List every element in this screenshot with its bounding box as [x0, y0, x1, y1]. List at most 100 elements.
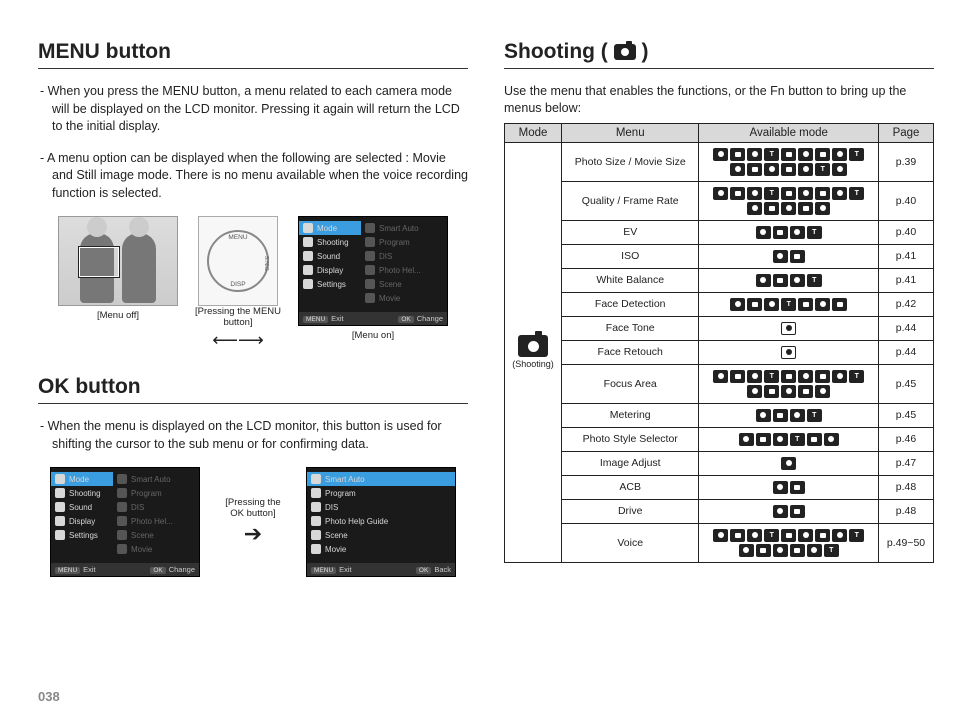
- mode-icon: [713, 187, 728, 200]
- mode-icon: [747, 148, 762, 161]
- menu-cell: EV: [562, 220, 699, 244]
- available-mode-cell: [699, 364, 879, 403]
- available-mode-cell: [699, 499, 879, 523]
- mode-icon: [764, 202, 779, 215]
- mode-icon: [790, 409, 805, 422]
- mode-icon: [832, 187, 847, 200]
- lcd-after-ok: Smart AutoProgramDISPhoto Help GuideScen…: [306, 467, 456, 577]
- th-avail: Available mode: [699, 123, 879, 142]
- available-mode-cell: [699, 403, 879, 427]
- mode-icon: [773, 481, 788, 494]
- th-menu: Menu: [562, 123, 699, 142]
- lcd-before-ok: ModeShootingSoundDisplaySettingsSmart Au…: [50, 467, 200, 577]
- preview-menu-off: [58, 216, 178, 306]
- mode-icon: [730, 148, 745, 161]
- mode-icon: [832, 298, 847, 311]
- mode-icon: [747, 370, 762, 383]
- page-cell: p.45: [879, 364, 934, 403]
- mode-icon: [790, 433, 805, 446]
- mode-icon: [713, 529, 728, 542]
- mode-icon: [849, 187, 864, 200]
- mode-icon: [815, 529, 830, 542]
- menu-cell: ACB: [562, 475, 699, 499]
- mode-icon: [832, 163, 847, 176]
- mode-icon: [798, 385, 813, 398]
- mode-icon: [849, 370, 864, 383]
- mode-icon: [764, 385, 779, 398]
- mode-icon: [824, 544, 839, 557]
- page-cell: p.41: [879, 268, 934, 292]
- camera-icon: [518, 335, 548, 357]
- available-mode-cell: [699, 451, 879, 475]
- mode-icon: [798, 187, 813, 200]
- mode-icon: [807, 409, 822, 422]
- mode-icon: [747, 298, 762, 311]
- page-cell: p.40: [879, 181, 934, 220]
- dial-illustration: MENU S.NIG DISP: [198, 216, 278, 306]
- cap-menu-on: [Menu on]: [298, 330, 448, 341]
- mode-icon: [815, 370, 830, 383]
- available-mode-cell: [699, 292, 879, 316]
- lcd-menu-on: ModeShootingSoundDisplaySettingsSmart Au…: [298, 216, 448, 326]
- mode-icon: [730, 187, 745, 200]
- mode-icon: [756, 226, 771, 239]
- mode-icon: [790, 250, 805, 263]
- mode-icon: [730, 370, 745, 383]
- page-cell: p.40: [879, 220, 934, 244]
- mode-icon: [773, 433, 788, 446]
- available-mode-cell: [699, 427, 879, 451]
- mode-icon: [815, 298, 830, 311]
- mode-icon: [832, 370, 847, 383]
- page-number: 038: [38, 689, 60, 704]
- mode-icon: [798, 298, 813, 311]
- mode-icon: [781, 370, 796, 383]
- menu-cell: Metering: [562, 403, 699, 427]
- mode-icon: [781, 298, 796, 311]
- menu-cell: Quality / Frame Rate: [562, 181, 699, 220]
- mode-icon: [798, 148, 813, 161]
- mode-icon: [781, 163, 796, 176]
- mode-icon: [832, 529, 847, 542]
- mode-icon: [798, 370, 813, 383]
- mode-icon: [807, 274, 822, 287]
- mode-icon: [773, 505, 788, 518]
- mode-icon: [849, 148, 864, 161]
- mode-icon: [849, 529, 864, 542]
- page-cell: p.48: [879, 499, 934, 523]
- mode-icon: [790, 226, 805, 239]
- available-mode-cell: [699, 220, 879, 244]
- mode-icon: [756, 409, 771, 422]
- mode-icon: [815, 202, 830, 215]
- mode-icon: [764, 187, 779, 200]
- mode-icon: [713, 370, 728, 383]
- mode-icon: [773, 409, 788, 422]
- mode-icon: [764, 163, 779, 176]
- page-cell: p.49~50: [879, 523, 934, 562]
- mode-icon: [730, 163, 745, 176]
- mode-icon: [798, 202, 813, 215]
- menu-button-para1: - When you press the MENU button, a menu…: [38, 83, 468, 136]
- shooting-intro: Use the menu that enables the functions,…: [504, 83, 934, 117]
- right-arrow-icon: ➔: [244, 521, 262, 547]
- page-cell: p.42: [879, 292, 934, 316]
- mode-icon: [781, 457, 796, 470]
- mode-icon: [773, 250, 788, 263]
- available-mode-cell: [699, 316, 879, 340]
- page-cell: p.44: [879, 340, 934, 364]
- mode-icon: [713, 148, 728, 161]
- mode-icon: [747, 385, 762, 398]
- mode-icon: [781, 322, 796, 335]
- mode-icon: [781, 346, 796, 359]
- menu-button-para2: - A menu option can be displayed when th…: [38, 150, 468, 203]
- mode-icon: [747, 529, 762, 542]
- mode-icon: [815, 163, 830, 176]
- mode-icon: [764, 370, 779, 383]
- mode-icon: [815, 187, 830, 200]
- mode-icon: [807, 433, 822, 446]
- mode-icon: [739, 544, 754, 557]
- mode-icon: [807, 226, 822, 239]
- mode-icon: [747, 163, 762, 176]
- mode-icon: [832, 148, 847, 161]
- page-cell: p.48: [879, 475, 934, 499]
- mode-icon: [815, 385, 830, 398]
